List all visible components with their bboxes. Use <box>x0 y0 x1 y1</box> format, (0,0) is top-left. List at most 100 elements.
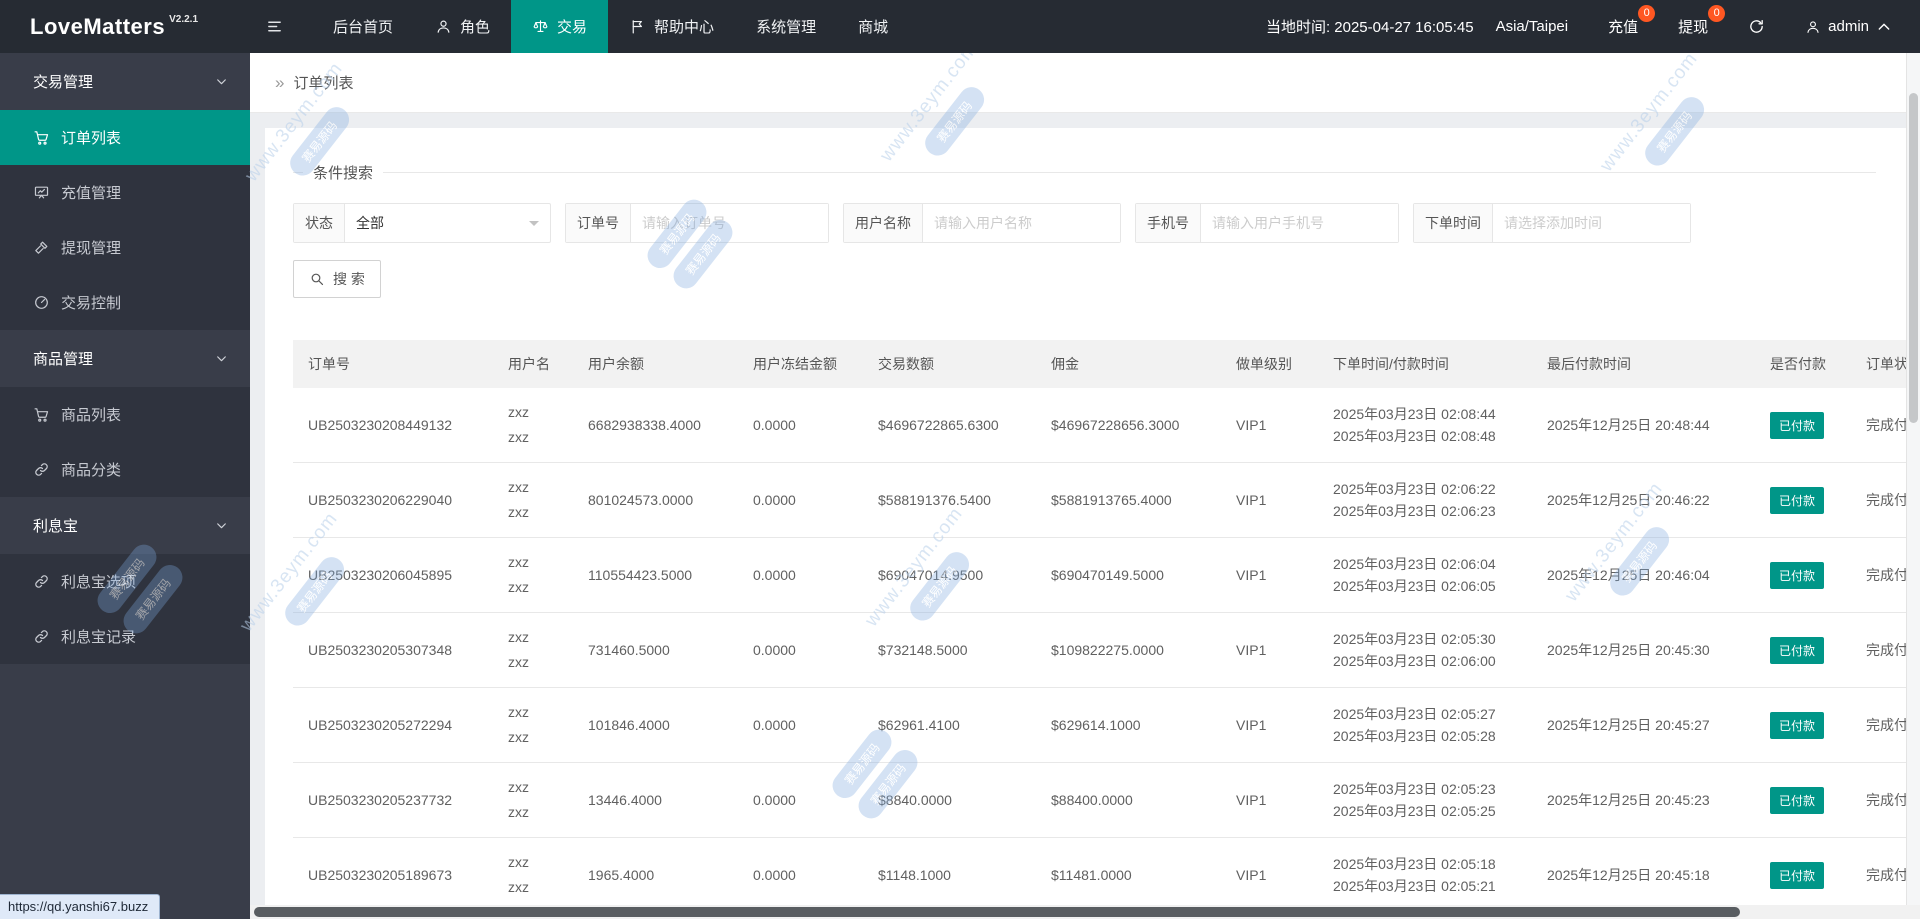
sidebar-item-icon <box>33 406 50 423</box>
cell-order-status: 完成付款 <box>1851 688 1906 763</box>
cell-balance: 101846.4000 <box>573 688 738 763</box>
nav-item-icon <box>435 18 452 35</box>
sidebar-item[interactable]: 商品列表 <box>0 387 250 442</box>
horizontal-scrollbar-thumb[interactable] <box>254 907 1741 917</box>
cell-username: zxz zxz <box>493 463 573 538</box>
cell-frozen: 0.0000 <box>738 688 863 763</box>
vertical-scrollbar[interactable] <box>1906 53 1920 905</box>
chevron-down-icon <box>215 352 228 365</box>
filter-input[interactable] <box>1201 204 1398 242</box>
cell-order-status: 完成付款 <box>1851 763 1906 838</box>
sidebar-section: 商品管理 商品列表 商品分类 <box>0 330 250 497</box>
cell-balance: 110554423.5000 <box>573 538 738 613</box>
person-icon <box>1805 19 1821 35</box>
search-button[interactable]: 搜 索 <box>293 260 381 298</box>
orders-panel: 条件搜索 状态 全部 订单号 请输入订单号 用户名称 请输入用户名称 手机号 请… <box>265 128 1906 919</box>
sidebar-section: 交易管理 订单列表 充值管理 提现管理 交易控制 <box>0 53 250 330</box>
status-select[interactable]: 全部 <box>345 204 550 242</box>
cell-paid: 已付款 <box>1755 613 1851 688</box>
filter-label: 订单号 <box>566 204 631 242</box>
cell-amount: $62961.4100 <box>863 688 1036 763</box>
link-status-tooltip: https://qd.yanshi67.buzz <box>0 894 161 919</box>
cell-username: zxz zxz <box>493 763 573 838</box>
cell-balance: 6682938338.4000 <box>573 388 738 463</box>
refresh-button[interactable] <box>1748 18 1765 35</box>
sidebar-item[interactable]: 交易控制 <box>0 275 250 330</box>
sidebar-item-icon <box>33 461 50 478</box>
paid-status-badge: 已付款 <box>1770 786 1825 814</box>
caret-down-icon <box>529 221 539 231</box>
sidebar-item[interactable]: 利息宝记录 <box>0 609 250 664</box>
sidebar-item[interactable]: 订单列表 <box>0 110 250 165</box>
nav-item-label: 商城 <box>858 19 889 36</box>
sidebar-item-label: 商品列表 <box>61 407 122 424</box>
cell-username: zxz zxz <box>493 688 573 763</box>
filter-input[interactable] <box>1493 204 1690 242</box>
paid-status-badge: 已付款 <box>1770 711 1825 739</box>
nav-item[interactable]: 系统管理 <box>735 0 837 53</box>
sidebar-section-header[interactable]: 利息宝 <box>0 497 250 554</box>
sidebar-item[interactable]: 提现管理 <box>0 220 250 275</box>
menu-toggle-icon[interactable] <box>250 0 298 53</box>
filter-input[interactable] <box>923 204 1120 242</box>
nav-item[interactable]: 角色 <box>414 0 511 53</box>
cell-last-pay-time: 2025年12月25日 20:45:30 <box>1532 613 1755 688</box>
sidebar-item[interactable]: 利息宝选项 <box>0 554 250 609</box>
nav-item[interactable]: 帮助中心 <box>608 0 735 53</box>
cell-balance: 731460.5000 <box>573 613 738 688</box>
chevron-down-icon <box>215 75 228 88</box>
withdraw-link[interactable]: 提现 0 <box>1678 5 1726 37</box>
sidebar: 交易管理 订单列表 充值管理 提现管理 交易控制 商品管理 商品列表 商品分类 … <box>0 53 250 919</box>
column-header: 下单时间/付款时间 <box>1333 356 1449 372</box>
breadcrumb-separator-icon: » <box>275 72 285 92</box>
cell-order-no: UB2503230206229040 <box>293 463 493 538</box>
chevron-down-icon <box>215 519 228 532</box>
cell-paid: 已付款 <box>1755 538 1851 613</box>
sidebar-section-header[interactable]: 交易管理 <box>0 53 250 110</box>
cell-username: zxz zxz <box>493 388 573 463</box>
paid-status-badge: 已付款 <box>1770 561 1825 589</box>
filter-label: 下单时间 <box>1414 204 1493 242</box>
table-row: UB2503230208449132 zxz zxz 6682938338.40… <box>293 388 1906 463</box>
breadcrumb: » 订单列表 <box>250 53 1920 113</box>
table-row: UB2503230206229040 zxz zxz 801024573.000… <box>293 463 1906 538</box>
cell-order-pay-time: 2025年03月23日 02:06:22 2025年03月23日 02:06:2… <box>1318 463 1532 538</box>
vertical-scrollbar-thumb[interactable] <box>1909 93 1918 423</box>
cell-order-no: UB2503230208449132 <box>293 388 493 463</box>
column-header: 佣金 <box>1051 356 1079 372</box>
horizontal-scrollbar[interactable] <box>250 905 1920 919</box>
paid-status-badge: 已付款 <box>1770 411 1825 439</box>
cell-order-pay-time: 2025年03月23日 02:06:04 2025年03月23日 02:06:0… <box>1318 538 1532 613</box>
cell-level: VIP1 <box>1221 388 1318 463</box>
cell-amount: $732148.5000 <box>863 613 1036 688</box>
sidebar-item[interactable]: 商品分类 <box>0 442 250 497</box>
column-header: 是否付款 <box>1770 356 1826 372</box>
cell-commission: $46967228656.3000 <box>1036 388 1221 463</box>
cell-balance: 13446.4000 <box>573 763 738 838</box>
paid-status-badge: 已付款 <box>1770 486 1825 514</box>
filter-input[interactable] <box>631 204 828 242</box>
cell-level: VIP1 <box>1221 613 1318 688</box>
sidebar-item-label: 充值管理 <box>61 185 122 202</box>
withdraw-badge: 0 <box>1708 5 1726 22</box>
main-nav: 后台首页 角色 交易 帮助中心 系统管理 商城 <box>312 0 909 53</box>
sidebar-item-label: 利息宝记录 <box>61 629 137 646</box>
search-fieldset: 条件搜索 <box>293 162 1876 183</box>
cell-amount: $1148.1000 <box>863 838 1036 913</box>
cell-paid: 已付款 <box>1755 688 1851 763</box>
nav-item[interactable]: 后台首页 <box>312 0 414 53</box>
cell-frozen: 0.0000 <box>738 763 863 838</box>
sidebar-item[interactable]: 充值管理 <box>0 165 250 220</box>
column-header: 用户余额 <box>588 356 644 372</box>
cell-level: VIP1 <box>1221 463 1318 538</box>
user-menu[interactable]: admin <box>1805 18 1892 35</box>
cell-paid: 已付款 <box>1755 388 1851 463</box>
search-icon <box>309 271 325 287</box>
cell-frozen: 0.0000 <box>738 538 863 613</box>
nav-item[interactable]: 商城 <box>837 0 909 53</box>
sidebar-item-label: 利息宝选项 <box>61 574 137 591</box>
cell-order-no: UB2503230205189673 <box>293 838 493 913</box>
recharge-link[interactable]: 充值 0 <box>1608 5 1656 37</box>
nav-item[interactable]: 交易 <box>511 0 609 53</box>
sidebar-section-header[interactable]: 商品管理 <box>0 330 250 387</box>
